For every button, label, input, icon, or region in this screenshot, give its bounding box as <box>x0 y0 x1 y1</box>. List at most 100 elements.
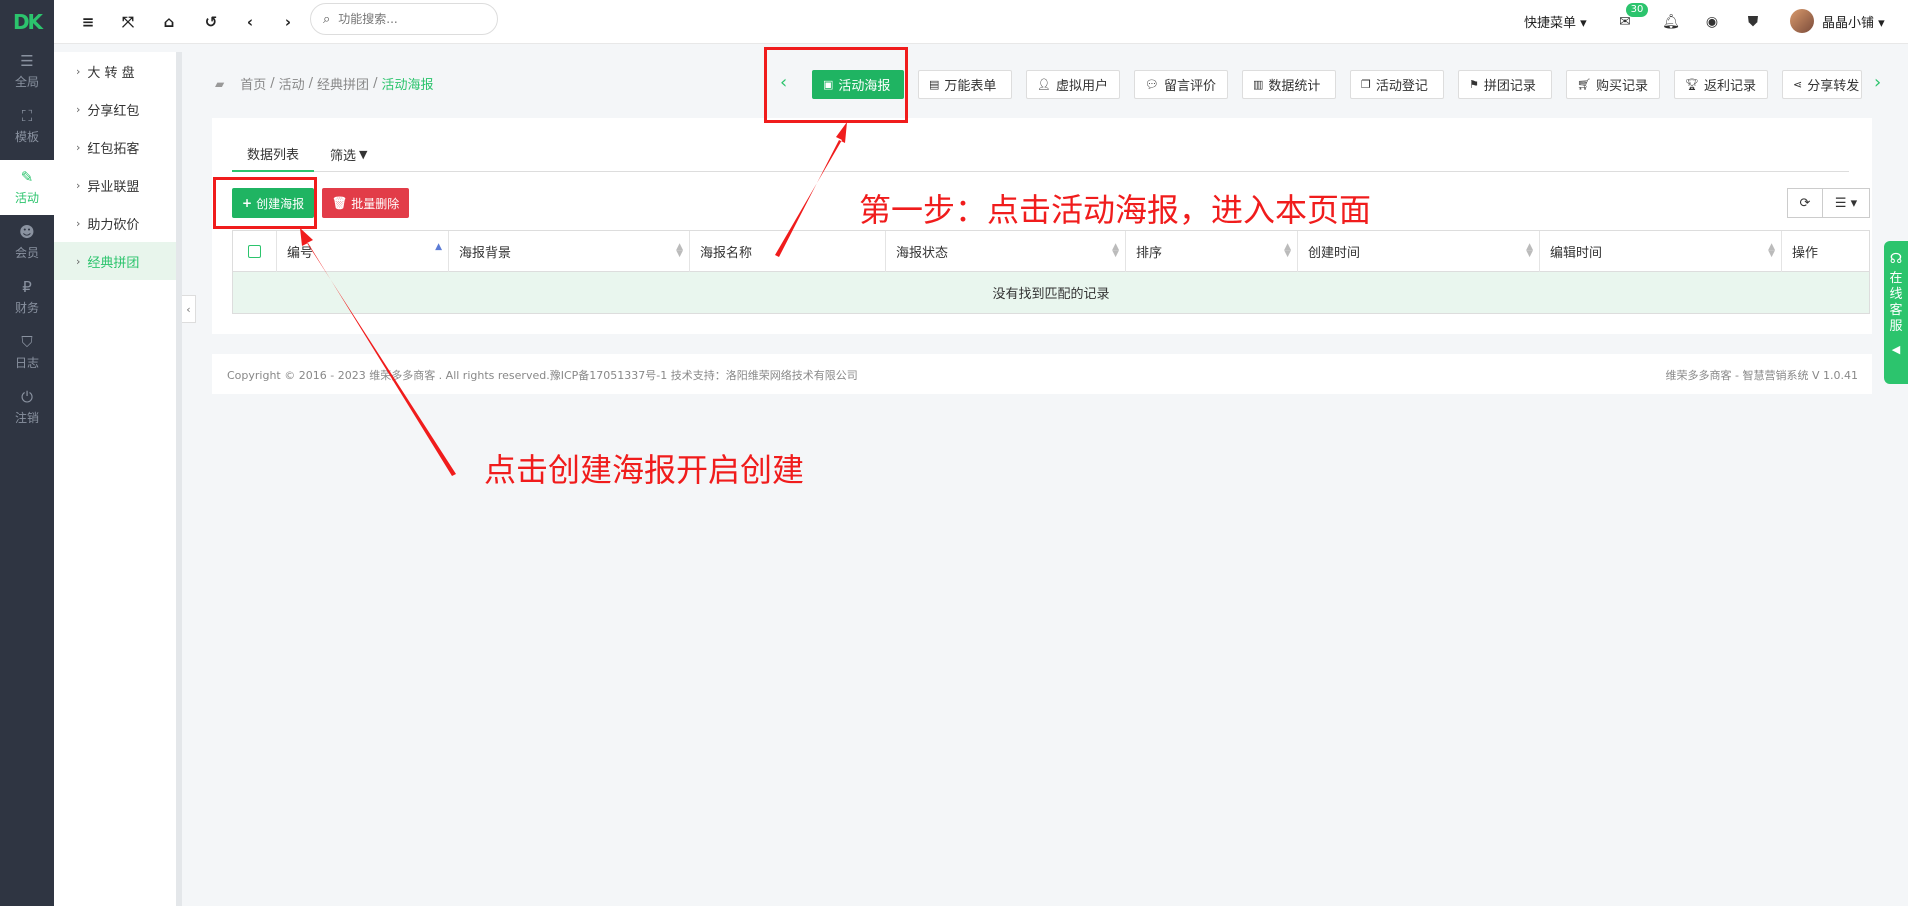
column-header-background[interactable]: 海报背景 ▲ ▼ <box>449 231 690 272</box>
filter-icon: ▼ <box>359 147 368 161</box>
user-plus-icon: 👤︎ <box>1037 78 1051 91</box>
username-dropdown[interactable]: 晶晶小铺 ▾ <box>1822 12 1885 31</box>
file-icon: ▤ <box>929 78 940 91</box>
rail-item-template[interactable]: ⛶ 模板 <box>0 99 54 154</box>
user-circle-icon[interactable]: ◉ <box>1701 11 1723 33</box>
sort-icon: ▲ ▼ <box>1284 242 1291 259</box>
pocket-icon[interactable]: ⛊ <box>1742 11 1764 33</box>
shield-icon: ⛉ <box>21 333 33 351</box>
activity-register-button[interactable]: ❐ 活动登记 <box>1350 70 1444 99</box>
users-icon: ☻ <box>19 223 35 241</box>
menu-icon[interactable]: ≡ <box>76 10 100 34</box>
column-header-id[interactable]: 编号 ▲ <box>277 231 449 272</box>
left-rail: DK ☰ 全局 ⛶ 模板 ✎ 活动 ☻ 会员 ₽ 财务 ⛉ 日志 ⏻ 注销 <box>0 0 54 906</box>
folder-icon: ▰ <box>215 76 225 91</box>
select-all-cell <box>233 231 277 272</box>
chevron-left-icon: ◀ <box>1891 343 1901 356</box>
column-header-name[interactable]: 海报名称 <box>690 231 886 272</box>
rail-item-log[interactable]: ⛉ 日志 <box>0 325 54 380</box>
cart-icon: 🛒︎ <box>1577 78 1591 91</box>
column-header-status[interactable]: 海报状态 ▲ ▼ <box>886 231 1126 272</box>
table-header: 编号 ▲ 海报背景 ▲ ▼ 海报名称 海报状态 ▲ ▼ 排序 ▲ ▼ 创建时间 ▲ ▼ 编辑时间 ▲… <box>233 231 1869 272</box>
select-all-checkbox[interactable] <box>248 245 261 258</box>
subnav-item-wheel[interactable]: › 大 转 盘 <box>54 52 182 90</box>
batch-delete-button[interactable]: 🗑︎ 批量删除 <box>322 188 410 218</box>
group-record-button[interactable]: ⚑ 拼团记录 <box>1458 70 1552 99</box>
universal-form-button[interactable]: ▤ 万能表单 <box>918 70 1012 99</box>
pen-icon: ✎ <box>20 168 34 186</box>
copy-icon: ❐ <box>1361 78 1371 91</box>
rail-item-activity[interactable]: ✎ 活动 <box>0 160 54 215</box>
highlight-activity-poster <box>764 47 908 123</box>
subnav-item-bargain[interactable]: › 助力砍价 <box>54 204 182 242</box>
virtual-user-button[interactable]: 👤︎ 虚拟用户 <box>1026 70 1120 99</box>
columns-toggle-button[interactable]: ☰ ▾ <box>1822 188 1870 218</box>
sort-icon: ▲ ▼ <box>1112 242 1119 259</box>
message-review-button[interactable]: 💬︎ 留言评价 <box>1134 70 1228 99</box>
highlight-create-poster <box>213 177 317 229</box>
forward-icon[interactable]: › <box>276 10 300 34</box>
subnav-item-share-redpacket[interactable]: › 分享红包 <box>54 90 182 128</box>
search-input[interactable] <box>338 12 479 26</box>
footer-version: 维荣多多商客 - 智慧营销系统 V 1.0.41 <box>1665 369 1858 382</box>
rail-item-label: 注销 <box>14 411 39 425</box>
breadcrumb: ▰ 首页 / 活动 / 经典拼团 / 活动海报 <box>215 74 434 93</box>
tab-data-list[interactable]: 数据列表 <box>232 136 314 172</box>
subnav-item-group-buy[interactable]: › 经典拼团 <box>54 242 182 280</box>
tab-bar: 数据列表 筛选 ▼ <box>232 136 1849 172</box>
column-header-sort[interactable]: 排序 ▲ ▼ <box>1126 231 1298 272</box>
rebate-record-button[interactable]: 🏆︎ 返利记录 <box>1674 70 1768 99</box>
share-forward-button[interactable]: ⋖ 分享转发 <box>1782 70 1862 99</box>
rail-item-label: 会员 <box>14 246 39 260</box>
footer: Copyright © 2016 - 2023 维荣多多商客 . All rig… <box>212 354 1872 394</box>
rail-item-label: 日志 <box>14 356 39 370</box>
tab-filter[interactable]: 筛选 ▼ <box>330 136 367 172</box>
logo[interactable]: DK <box>0 0 54 44</box>
sub-sidebar: › 大 转 盘 › 分享红包 › 红包拓客 › 异业联盟 › 助力砍价 › 经典拼团 <box>54 52 182 906</box>
subnav-item-alliance[interactable]: › 异业联盟 <box>54 166 182 204</box>
subnav-item-redpacket-acquire[interactable]: › 红包拓客 <box>54 128 182 166</box>
sliders-icon: ☰ <box>20 52 34 70</box>
search-icon: ⌕ <box>323 11 331 27</box>
column-header-edited[interactable]: 编辑时间 ▲ ▼ <box>1540 231 1782 272</box>
breadcrumb-current: 活动海报 <box>381 78 434 93</box>
list-icon: ☰ ▾ <box>1834 195 1858 211</box>
sort-icon: ▲ ▼ <box>1768 242 1775 259</box>
sort-asc-icon: ▲ <box>435 242 442 252</box>
purchase-record-button[interactable]: 🛒︎ 购买记录 <box>1566 70 1660 99</box>
top-bar: ≡ ⤧ ⌂ ↺ ‹ › ⌕ 快捷菜单 ▾ ✉ 30 🔔︎ ◉ ⛊ 晶晶小铺 ▾ <box>54 0 1908 44</box>
quick-menu-dropdown[interactable]: 快捷菜单 ▾ <box>1524 12 1587 31</box>
avatar[interactable] <box>1790 9 1814 33</box>
refresh-icon[interactable]: ↺ <box>199 10 223 34</box>
quick-nav-next-button[interactable]: › <box>1874 72 1881 93</box>
data-stats-button[interactable]: ▥ 数据统计 <box>1242 70 1336 99</box>
fullscreen-icon[interactable]: ⤧ <box>116 10 140 34</box>
refresh-table-button[interactable]: ⟳ <box>1787 188 1823 218</box>
breadcrumb-home[interactable]: 首页 <box>240 74 266 93</box>
breadcrumb-activity[interactable]: 活动 <box>279 74 305 93</box>
sidebar-scrollbar[interactable] <box>176 52 182 906</box>
chevron-right-icon: › <box>76 140 81 154</box>
power-icon: ⏻ <box>21 388 33 406</box>
home-icon[interactable]: ⌂ <box>157 10 181 34</box>
sidebar-collapse-button[interactable]: ‹ <box>182 295 196 323</box>
rail-item-member[interactable]: ☻ 会员 <box>0 215 54 270</box>
rail-item-global[interactable]: ☰ 全局 <box>0 44 54 99</box>
rail-item-logout[interactable]: ⏻ 注销 <box>0 380 54 435</box>
refresh-icon: ⟳ <box>1799 195 1811 211</box>
back-icon[interactable]: ‹ <box>238 10 262 34</box>
breadcrumb-group-buy[interactable]: 经典拼团 <box>317 74 369 93</box>
rail-item-label: 财务 <box>14 301 39 315</box>
chevron-right-icon: › <box>76 178 81 192</box>
data-table: 编号 ▲ 海报背景 ▲ ▼ 海报名称 海报状态 ▲ ▼ 排序 ▲ ▼ 创建时间 ▲ ▼ 编辑时间 ▲… <box>232 230 1870 314</box>
online-service-tab[interactable]: ☊ 在线客服 ◀ <box>1884 241 1908 384</box>
flag-icon: ⚑ <box>1469 78 1479 91</box>
bell-icon[interactable]: 🔔︎ <box>1660 11 1682 33</box>
footer-copyright: Copyright © 2016 - 2023 维荣多多商客 . All rig… <box>227 369 858 382</box>
rail-item-finance[interactable]: ₽ 财务 <box>0 270 54 325</box>
chevron-left-icon: ‹ <box>186 302 191 316</box>
empty-table-message: 没有找到匹配的记录 <box>233 272 1869 313</box>
sitemap-icon: ⛶ <box>21 107 33 125</box>
message-badge: 30 <box>1626 3 1648 17</box>
column-header-created[interactable]: 创建时间 ▲ ▼ <box>1298 231 1540 272</box>
